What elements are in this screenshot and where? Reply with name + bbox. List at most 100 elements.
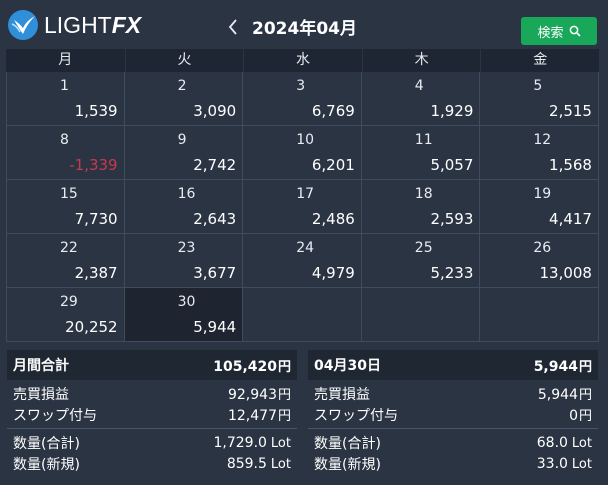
monthly-summary: 月間合計 105,420円 売買損益 92,943 円 スワップ付与 12,477… (7, 350, 297, 474)
calendar-day-cell[interactable]: 18 2,593 (361, 180, 481, 234)
logo-swoosh-icon (8, 10, 38, 40)
day-pnl: 1,568 (549, 156, 592, 174)
daily-swap-row: スワップ付与 0円 (308, 404, 598, 425)
calendar-day-cell[interactable]: 23 3,677 (124, 234, 244, 288)
calendar-day-cell[interactable]: 1 1,539 (6, 72, 125, 126)
day-number: 11 (414, 132, 433, 148)
trade-pnl-value: 92,943 (227, 387, 277, 403)
calendar-day-cell[interactable]: 10 6,201 (243, 126, 362, 180)
calendar-day-cell[interactable]: 29 20,252 (6, 288, 125, 342)
daily-summary: 04月30日 5,944円 売買損益 5,944 円 スワップ付与 0円 数量(合… (308, 350, 598, 474)
monthly-summary-header: 月間合計 105,420円 (7, 350, 297, 380)
day-pnl: 2,742 (193, 156, 237, 174)
day-number: 5 (533, 78, 543, 94)
weekday-label: 火 (124, 49, 244, 72)
search-button[interactable]: 検索 (521, 17, 597, 45)
day-number: 19 (533, 186, 552, 202)
day-pnl: 2,643 (193, 210, 237, 228)
day-pnl: 5,233 (430, 264, 474, 282)
calendar-day-cell[interactable]: 2 3,090 (124, 72, 244, 126)
day-number: 24 (296, 240, 315, 256)
day-number: 25 (414, 240, 433, 256)
calendar-day-cell[interactable]: 24 4,979 (243, 234, 362, 288)
day-number: 16 (177, 186, 196, 202)
day-pnl: 7,730 (74, 210, 118, 228)
divider (7, 428, 297, 429)
day-pnl: 1,539 (74, 102, 118, 120)
calendar-day-cell[interactable]: 5 2,515 (480, 72, 599, 126)
weekday-header: 月 火水木金 (6, 49, 599, 72)
day-number: 12 (533, 132, 552, 148)
day-pnl: 1,929 (430, 102, 474, 120)
divider (308, 428, 598, 429)
day-number: 4 (414, 78, 424, 94)
swap-label: スワップ付与 (314, 407, 398, 424)
month-navigator: 2024年04月 (226, 14, 357, 39)
monthly-swap-row: スワップ付与 12,477 円 (7, 404, 297, 425)
day-number: 26 (533, 240, 552, 256)
day-number: 2 (177, 78, 187, 94)
day-number: 17 (296, 186, 315, 202)
search-icon (569, 25, 581, 37)
calendar-empty-cell (243, 288, 362, 342)
calendar-day-cell[interactable]: 30 5,944 (124, 288, 244, 342)
calendar-day-cell[interactable]: 25 5,233 (361, 234, 481, 288)
day-number: 29 (60, 294, 78, 310)
swap-label: スワップ付与 (13, 407, 97, 424)
calendar-day-cell[interactable]: 12 1,568 (480, 126, 599, 180)
calendar-day-cell[interactable]: 16 2,643 (124, 180, 244, 234)
day-pnl: 4,979 (311, 264, 355, 282)
app-header: LIGHTFX 2024年04月 検索 (0, 0, 608, 46)
day-pnl: 3,677 (193, 264, 237, 282)
calendar-day-cell[interactable]: 15 7,730 (6, 180, 125, 234)
calendar-empty-cell (361, 288, 481, 342)
daily-qty-total-row: 数量(合計) 68.0 Lot (314, 434, 592, 452)
daily-qty-new-row: 数量(新規) 33.0 Lot (314, 455, 592, 473)
calendar-day-cell[interactable]: 26 13,008 (480, 234, 599, 288)
trade-pnl-value: 5,944 (537, 387, 578, 403)
calendar-empty-cell (480, 288, 599, 342)
daily-trade-pnl-row: 売買損益 5,944 円 (308, 383, 598, 404)
monthly-summary-title: 月間合計 (13, 358, 69, 374)
qty-new-label: 数量(新規) (13, 456, 80, 473)
calendar-day-cell[interactable]: 22 2,387 (6, 234, 125, 288)
day-number: 23 (177, 240, 196, 256)
daily-summary-header: 04月30日 5,944円 (308, 350, 598, 380)
calendar-day-cell[interactable]: 19 4,417 (480, 180, 599, 234)
calendar-day-cell[interactable]: 11 5,057 (361, 126, 481, 180)
calendar-day-cell[interactable]: 17 2,486 (243, 180, 362, 234)
day-pnl: 2,486 (311, 210, 355, 228)
day-number: 10 (296, 132, 315, 148)
chevron-left-icon[interactable] (226, 17, 240, 37)
calendar-day-cell[interactable]: 8 -1,339 (6, 126, 125, 180)
day-pnl: 5,057 (430, 156, 474, 174)
month-title: 2024年04月 (252, 19, 357, 39)
trade-pnl-label: 売買損益 (13, 386, 69, 403)
day-pnl: 5,944 (193, 318, 237, 336)
daily-total-value: 5,944 (533, 358, 578, 375)
calendar-day-cell[interactable]: 4 1,929 (361, 72, 481, 126)
qty-total-label: 数量(合計) (314, 435, 381, 452)
day-pnl: 4,417 (549, 210, 592, 228)
unit-yen: 円 (578, 359, 592, 375)
day-pnl: 20,252 (65, 318, 118, 336)
day-pnl: 13,008 (539, 264, 592, 282)
monthly-qty-new-row: 数量(新規) 859.5 Lot (13, 455, 291, 473)
swap-value: 0 (569, 408, 578, 424)
day-pnl: 2,387 (74, 264, 118, 282)
search-button-label: 検索 (537, 25, 564, 41)
day-number: 22 (60, 240, 78, 256)
day-number: 8 (60, 132, 69, 148)
monthly-total-value: 105,420 (213, 358, 277, 375)
logo-text: LIGHTFX (44, 11, 142, 38)
trade-pnl-label: 売買損益 (314, 386, 370, 403)
day-number: 18 (414, 186, 433, 202)
day-pnl: 2,515 (549, 102, 592, 120)
monthly-qty-total-row: 数量(合計) 1,729.0 Lot (13, 434, 291, 452)
day-pnl: 3,090 (193, 102, 237, 120)
weekday-label: 木 (361, 49, 481, 72)
calendar-day-cell[interactable]: 3 6,769 (243, 72, 362, 126)
day-number: 30 (177, 294, 196, 310)
calendar-day-cell[interactable]: 9 2,742 (124, 126, 244, 180)
day-number: 15 (60, 186, 78, 202)
